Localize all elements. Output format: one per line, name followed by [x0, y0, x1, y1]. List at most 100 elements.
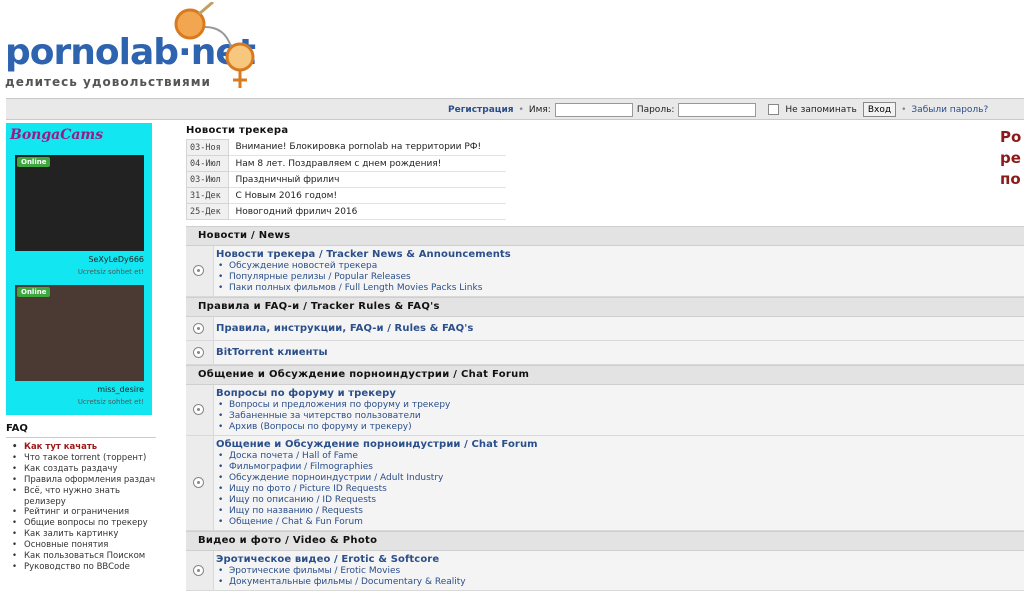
- cam-subtitle[interactable]: Ucretsiz sohbet et!: [78, 398, 144, 406]
- subforum-link[interactable]: Архив (Вопросы по форуму и трекеру): [218, 422, 1024, 433]
- faq-link[interactable]: Как тут качать: [12, 442, 156, 453]
- news-link[interactable]: Внимание! Блокировка pornolab на террито…: [228, 139, 506, 156]
- site-logo[interactable]: pornolab·net делитесь удовольствиями: [5, 2, 265, 94]
- subforum-list: Обсуждение новостей трекераПопулярные ре…: [216, 261, 1024, 294]
- cam-subtitle[interactable]: Ucretsiz sohbet et!: [78, 268, 144, 276]
- separator-dot: •: [518, 104, 524, 115]
- faq-link[interactable]: Общие вопросы по трекеру: [12, 518, 156, 529]
- faq-link[interactable]: Как пользоваться Поиском: [12, 551, 156, 562]
- password-input[interactable]: [678, 102, 757, 117]
- category-header[interactable]: Новости / News: [186, 226, 1024, 246]
- subforum-link[interactable]: Доска почета / Hall of Fame: [218, 451, 1024, 462]
- subforum-link[interactable]: Обсуждение порноиндустрии / Adult Indust…: [218, 473, 1024, 484]
- faq-link[interactable]: Что такое torrent (торрент): [12, 453, 156, 464]
- register-link[interactable]: Регистрация: [448, 105, 514, 115]
- tracker-news: Новости трекера 03-Ноя Внимание! Блокиров…: [185, 125, 506, 220]
- faq-link[interactable]: Как залить картинку: [12, 529, 156, 540]
- forum-status-cell: [186, 436, 214, 530]
- faq-link[interactable]: Всё, что нужно знать релизеру: [12, 486, 156, 508]
- remember-checkbox[interactable]: [768, 104, 780, 115]
- news-title: Новости трекера: [186, 125, 289, 136]
- cam-thumbnail[interactable]: Online: [15, 155, 144, 251]
- news-date: 04-Июл: [185, 155, 230, 172]
- separator-dot: •: [901, 104, 907, 115]
- news-date: 03-Ноя: [185, 139, 230, 156]
- faq-link[interactable]: Основные понятия: [12, 540, 156, 551]
- subforum-link[interactable]: Документальные фильмы / Documentary & Re…: [218, 577, 1024, 588]
- forum-status-cell: [186, 317, 214, 340]
- password-label: Пароль:: [636, 104, 675, 115]
- forum-status-cell: [186, 246, 214, 296]
- news-date: 31-Дек: [185, 187, 230, 204]
- promo-line: по: [1000, 170, 1021, 188]
- faq-link[interactable]: Руководство по BBCode: [12, 562, 156, 573]
- subforum-link[interactable]: Вопросы и предложения по форуму и трекер…: [218, 400, 1024, 411]
- subforum-link[interactable]: Общение / Chat & Fun Forum: [218, 517, 1024, 528]
- forum-link[interactable]: Новости трекера / Tracker News & Announc…: [216, 248, 1024, 261]
- news-row: 03-Июл Праздничный фрилич: [185, 171, 506, 188]
- online-badge: Online: [17, 157, 51, 167]
- login-button[interactable]: Вход: [862, 102, 897, 117]
- category-header[interactable]: Видео и фото / Video & Photo: [186, 531, 1024, 551]
- category-header[interactable]: Правила и FAQ-и / Tracker Rules & FAQ's: [186, 297, 1024, 317]
- news-link[interactable]: Новогодний фрилич 2016: [228, 203, 506, 220]
- username-input[interactable]: [554, 102, 633, 117]
- subforum-link[interactable]: Популярные релизы / Popular Releases: [218, 272, 1024, 283]
- forum-row: Эротическое видео / Erotic & SoftcoreЭро…: [186, 551, 1024, 591]
- forum-row: BitTorrent клиенты: [186, 341, 1024, 365]
- news-link[interactable]: С Новым 2016 годом!: [228, 187, 506, 204]
- cam-name[interactable]: SeXyLeDy666: [88, 255, 144, 264]
- cam-thumbnail[interactable]: Online: [15, 285, 144, 381]
- news-row: 25-Дек Новогодний фрилич 2016: [185, 203, 506, 220]
- news-link[interactable]: Нам 8 лет. Поздравляем с днем рождения!: [228, 155, 506, 172]
- faq-title: FAQ: [6, 423, 156, 438]
- promo-line: Ро: [1000, 128, 1022, 146]
- forum-row: Новости трекера / Tracker News & Announc…: [186, 246, 1024, 297]
- forum-link[interactable]: Общение и Обсуждение порноиндустрии / Ch…: [216, 438, 1024, 451]
- forum-status-icon: [193, 346, 204, 358]
- forum-link[interactable]: Эротическое видео / Erotic & Softcore: [216, 553, 1024, 566]
- forum-status-icon: [193, 265, 204, 276]
- logo-tagline: делитесь удовольствиями: [5, 75, 211, 89]
- subforum-list: Эротические фильмы / Erotic MoviesДокуме…: [216, 566, 1024, 588]
- news-table: 03-Ноя Внимание! Блокировка pornolab на т…: [185, 139, 506, 220]
- forum-link[interactable]: BitTorrent клиенты: [216, 346, 1024, 359]
- subforum-link[interactable]: Забаненные за читерство пользователи: [218, 411, 1024, 422]
- category-header[interactable]: Общение и Обсуждение порноиндустрии / Ch…: [186, 365, 1024, 385]
- forum-status-cell: [186, 551, 214, 590]
- news-row: 31-Дек С Новым 2016 годом!: [185, 187, 506, 204]
- news-row: 04-Июл Нам 8 лет. Поздравляем с днем рожд…: [185, 155, 506, 172]
- subforum-link[interactable]: Ищу по описанию / ID Requests: [218, 495, 1024, 506]
- cam-name[interactable]: miss_desire: [97, 385, 144, 394]
- online-badge: Online: [17, 287, 51, 297]
- ad-banner[interactable]: BongaCams Online SeXyLeDy666 Ucretsiz so…: [6, 123, 152, 415]
- forum-link[interactable]: Правила, инструкции, FAQ-и / Rules & FAQ…: [216, 322, 1024, 335]
- subforum-link[interactable]: Ищу по названию / Requests: [218, 506, 1024, 517]
- username-label: Имя:: [528, 104, 551, 115]
- subforum-link[interactable]: Обсуждение новостей трекера: [218, 261, 1024, 272]
- news-date: 03-Июл: [185, 171, 230, 188]
- remember-label: Не запоминать: [785, 104, 857, 115]
- forum-status-icon: [193, 404, 204, 415]
- forgot-password-link[interactable]: Забыли пароль?: [911, 105, 988, 115]
- faq-link[interactable]: Правила оформления раздач: [12, 475, 156, 486]
- login-bar: Регистрация • Имя: Пароль: Не запоминать…: [6, 98, 1024, 120]
- subforum-link[interactable]: Фильмографии / Filmographies: [218, 462, 1024, 473]
- subforum-link[interactable]: Паки полных фильмов / Full Length Movies…: [218, 283, 1024, 294]
- news-row: 03-Ноя Внимание! Блокировка pornolab на т…: [185, 139, 506, 156]
- news-link[interactable]: Праздничный фрилич: [228, 171, 506, 188]
- faq-link[interactable]: Рейтинг и ограничения: [12, 507, 156, 518]
- subforum-link[interactable]: Эротические фильмы / Erotic Movies: [218, 566, 1024, 577]
- forum-status-icon: [193, 322, 204, 334]
- forum-status-icon: [193, 477, 204, 488]
- promo-line: ре: [1000, 149, 1021, 167]
- forum-row: Вопросы по форуму и трекеруВопросы и пре…: [186, 385, 1024, 436]
- ad-brand-logo: BongaCams: [10, 127, 104, 143]
- forum-row: Общение и Обсуждение порноиндустрии / Ch…: [186, 436, 1024, 531]
- subforum-list: Доска почета / Hall of FameФильмографии …: [216, 451, 1024, 528]
- subforum-link[interactable]: Ищу по фото / Picture ID Requests: [218, 484, 1024, 495]
- forum-link[interactable]: Вопросы по форуму и трекеру: [216, 387, 1024, 400]
- faq-link[interactable]: Как создать раздачу: [12, 464, 156, 475]
- forum-status-cell: [186, 385, 214, 435]
- forum-row: Правила, инструкции, FAQ-и / Rules & FAQ…: [186, 317, 1024, 341]
